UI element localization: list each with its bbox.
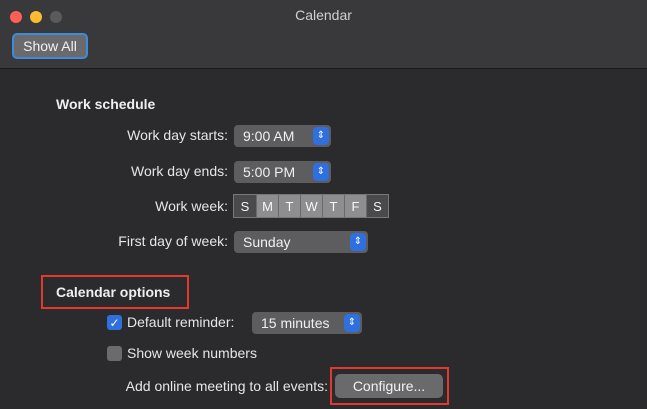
show-week-numbers-checkbox[interactable] [107,346,122,361]
first-day-of-week-popup[interactable]: Sunday ⇕ [234,231,368,253]
work-day-ends-label: Work day ends: [130,163,228,179]
work-week-label: Work week: [155,198,228,214]
work-day-starts-popup[interactable]: 9:00 AM ⇕ [234,125,331,147]
show-all-button[interactable]: Show All [12,33,88,59]
title-bar: Calendar Show All [0,0,647,69]
default-reminder-value: 15 minutes [261,315,330,331]
work-week-day-toggle[interactable]: W [300,195,322,217]
up-down-chevron-icon: ⇕ [344,314,360,332]
work-day-starts-label: Work day starts: [127,127,228,143]
configure-button[interactable]: Configure... [335,374,443,398]
default-reminder-label: Default reminder: [127,314,235,330]
work-week-day-toggle[interactable]: S [234,195,256,217]
work-week-day-toggle[interactable]: M [256,195,278,217]
checkmark-icon: ✓ [109,315,120,330]
work-schedule-heading: Work schedule [56,96,156,112]
up-down-chevron-icon: ⇕ [313,127,329,145]
default-reminder-popup[interactable]: 15 minutes ⇕ [252,312,362,334]
work-week-day-toggle[interactable]: T [278,195,300,217]
first-day-of-week-label: First day of week: [118,233,228,249]
work-day-ends-value: 5:00 PM [243,164,296,180]
work-week-selector: SMTWTFS [233,194,389,218]
work-day-starts-value: 9:00 AM [243,128,295,144]
online-meeting-label: Add online meeting to all events: [125,378,328,394]
work-day-ends-popup[interactable]: 5:00 PM ⇕ [234,161,331,183]
window-title: Calendar [295,7,352,23]
work-week-day-toggle[interactable]: S [366,195,388,217]
up-down-chevron-icon: ⇕ [350,233,366,251]
first-day-of-week-value: Sunday [243,234,291,250]
calendar-options-heading: Calendar options [56,284,171,300]
up-down-chevron-icon: ⇕ [313,163,329,181]
work-week-day-toggle[interactable]: F [344,195,366,217]
work-week-day-toggle[interactable]: T [322,195,344,217]
default-reminder-checkbox[interactable]: ✓ [107,315,122,330]
show-week-numbers-label: Show week numbers [127,345,257,361]
